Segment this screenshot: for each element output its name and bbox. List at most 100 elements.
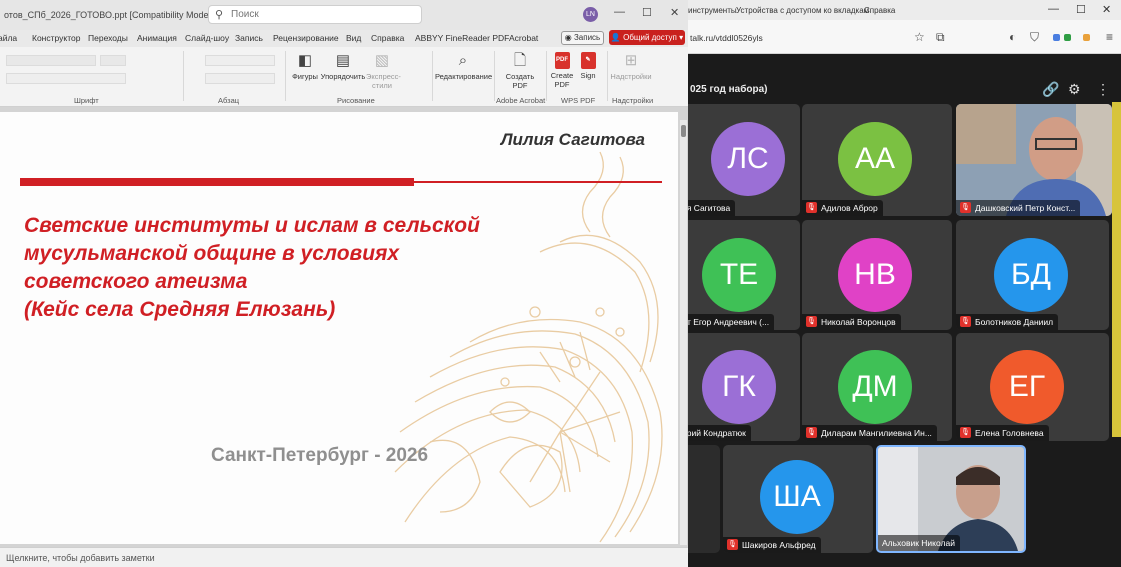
participant-tile[interactable]: ТЕ дт Егор Андреевич (...: [688, 220, 800, 330]
notes-placeholder: Щелкните, чтобы добавить заметки: [6, 553, 155, 563]
tab-slideshow[interactable]: Слайд-шоу: [185, 33, 229, 43]
tab-animations[interactable]: Анимация: [137, 33, 177, 43]
participant-tile[interactable]: ЕГ 🎙 Елена Головнева: [956, 333, 1109, 441]
font-size-field[interactable]: [100, 55, 126, 66]
group-label-addins: Надстройки: [612, 96, 654, 105]
tab-record[interactable]: Запись: [235, 33, 263, 43]
tab-help[interactable]: Справка: [371, 33, 404, 43]
participant-tile[interactable]: БД 🎙 Болотников Даниил: [956, 220, 1109, 330]
close-button[interactable]: ✕: [670, 6, 679, 19]
maximize-button[interactable]: ☐: [642, 6, 652, 19]
link-icon[interactable]: 🔗: [1042, 81, 1059, 98]
tab-review[interactable]: Рецензирование: [273, 33, 339, 43]
share-button[interactable]: 👤 Общий доступ ▾: [609, 30, 685, 45]
address-bar[interactable]: talk.ru/vtddl0526yls ☆ ⧉ ◐ ⛉ ≡: [688, 20, 1121, 54]
participant-video-tile[interactable]: 🎙 Дашковский Петр Конст...: [956, 104, 1112, 216]
participant-tile[interactable]: АА 🎙 Адилов Аброр: [802, 104, 952, 216]
user-avatar[interactable]: LN: [583, 7, 598, 22]
menu-help[interactable]: Справка: [864, 6, 895, 15]
record-icon: ◉: [564, 33, 574, 42]
quick-styles-icon: ▧: [374, 52, 390, 69]
participant-name-label: Болотников Даниил: [975, 317, 1054, 327]
participant-name: ия Сагитова: [688, 200, 736, 216]
menu-icon[interactable]: ≡: [1106, 30, 1113, 44]
font-name-field[interactable]: [6, 55, 96, 66]
minimize-button[interactable]: —: [614, 6, 625, 18]
tab-design[interactable]: Конструктор: [32, 33, 80, 43]
search-icon: ⚲: [215, 9, 224, 21]
scrollbar-thumb[interactable]: [681, 125, 686, 137]
pdf-document-icon: 🗋: [513, 52, 527, 69]
participant-name-label: Альховик Николай: [882, 538, 955, 548]
participant-avatar: АА: [838, 122, 912, 196]
font-format-row[interactable]: [6, 73, 126, 84]
participant-avatar: НВ: [838, 238, 912, 312]
tab-acrobat[interactable]: Acrobat: [509, 33, 538, 43]
quick-styles-button[interactable]: ▧ Экспресс-стили: [366, 52, 401, 90]
extension-icon[interactable]: [1053, 34, 1060, 41]
group-label-wps: WPS PDF: [561, 96, 596, 105]
slide[interactable]: Лилия Сагитова Светские институты и исла…: [0, 112, 678, 544]
participant-name: Альховик Николай: [878, 535, 960, 551]
participant-tile[interactable]: НВ 🎙 Николай Воронцов: [802, 220, 952, 330]
slide-title-line: Светские институты и ислам в сельской: [24, 214, 480, 237]
participant-name-label: дт Егор Андреевич (...: [688, 317, 770, 327]
powerpoint-window: отов_СПб_2026_ГОТОВО.ppt [Compatibility …: [0, 0, 688, 567]
tab-home[interactable]: айла: [0, 33, 17, 43]
participant-avatar: БД: [994, 238, 1068, 312]
participant-name-label: Диларам Мангилиевна Ин...: [821, 428, 932, 438]
share-label: Общий доступ: [623, 33, 677, 42]
search-input[interactable]: [231, 8, 411, 21]
participant-tile[interactable]: ЛС ия Сагитова: [688, 104, 800, 216]
search-box[interactable]: ⚲: [208, 5, 422, 24]
more-icon[interactable]: ⋮: [1096, 81, 1110, 98]
participant-video-tile[interactable]: Альховик Николай: [876, 445, 1026, 553]
tab-abbyy[interactable]: ABBYY FineReader PDF: [415, 33, 509, 43]
participant-name: 🎙 Николай Воронцов: [802, 314, 901, 330]
record-button[interactable]: ◉ Запись: [561, 31, 604, 45]
star-icon[interactable]: ☆: [914, 30, 925, 44]
url-text[interactable]: talk.ru/vtddl0526yls: [690, 33, 763, 43]
participant-name: 🎙 Шакиров Альфред: [723, 537, 821, 553]
shapes-button[interactable]: ◧ Фигуры: [289, 52, 321, 81]
participant-avatar: ЛС: [711, 122, 785, 196]
slide-title-line: советского атеизма: [24, 270, 248, 293]
sign-button[interactable]: ✎ Sign: [577, 52, 599, 80]
gear-icon[interactable]: ⚙: [1068, 81, 1081, 98]
minimize-icon[interactable]: —: [1048, 3, 1059, 15]
create-pdf-button[interactable]: 🗋 Создать PDF: [503, 52, 537, 90]
participant-tile[interactable]: ДМ 🎙 Диларам Мангилиевна Ин...: [802, 333, 952, 441]
participant-tile[interactable]: ША 🎙 Шакиров Альфред: [723, 445, 873, 553]
menu-tools[interactable]: инструменты: [688, 6, 737, 15]
save-icon[interactable]: ⧉: [936, 30, 945, 45]
participant-tile[interactable]: [688, 445, 720, 553]
paragraph-row-2[interactable]: [205, 73, 275, 84]
group-label-acrobat: Adobe Acrobat: [496, 96, 546, 105]
extension-icon[interactable]: [1064, 34, 1071, 41]
group-label-drawing: Рисование: [337, 96, 375, 105]
arrange-button[interactable]: ▤ Упорядочить: [320, 52, 366, 81]
addins-button[interactable]: ⊞ Надстройки: [609, 52, 653, 81]
extension-icon[interactable]: [1083, 34, 1090, 41]
profile-icon[interactable]: ◐: [1009, 30, 1016, 44]
vertical-scrollbar[interactable]: [680, 120, 687, 545]
menu-devices[interactable]: Устройства с доступом ко вкладкам: [736, 6, 869, 15]
tab-transitions[interactable]: Переходы: [88, 33, 128, 43]
paragraph-row-1[interactable]: [205, 55, 275, 66]
shield-icon[interactable]: ⛉: [1030, 30, 1039, 45]
participant-avatar: ЕГ: [990, 350, 1064, 424]
tab-view[interactable]: Вид: [346, 33, 361, 43]
maximize-icon[interactable]: ☐: [1076, 3, 1086, 16]
participant-name: 🎙 Адилов Аброр: [802, 200, 883, 216]
slide-title-line: мусульманской общине в условиях: [24, 242, 400, 265]
participant-tile[interactable]: ГК орий Кондратюк: [688, 333, 800, 441]
editing-button[interactable]: ⌕ Редактирование: [435, 52, 492, 81]
notes-pane[interactable]: Щелкните, чтобы добавить заметки: [0, 547, 688, 567]
participant-name: 🎙 Елена Головнева: [956, 425, 1049, 441]
create-pdf-wps-button[interactable]: PDF Create PDF: [549, 52, 575, 89]
title-bar: отов_СПб_2026_ГОТОВО.ppt [Compatibility …: [0, 0, 688, 30]
participant-avatar: ТЕ: [702, 238, 776, 312]
mic-off-icon: 🎙: [806, 427, 817, 439]
quick-styles-label: Экспресс-стили: [366, 72, 401, 90]
close-icon[interactable]: ✕: [1102, 3, 1111, 16]
